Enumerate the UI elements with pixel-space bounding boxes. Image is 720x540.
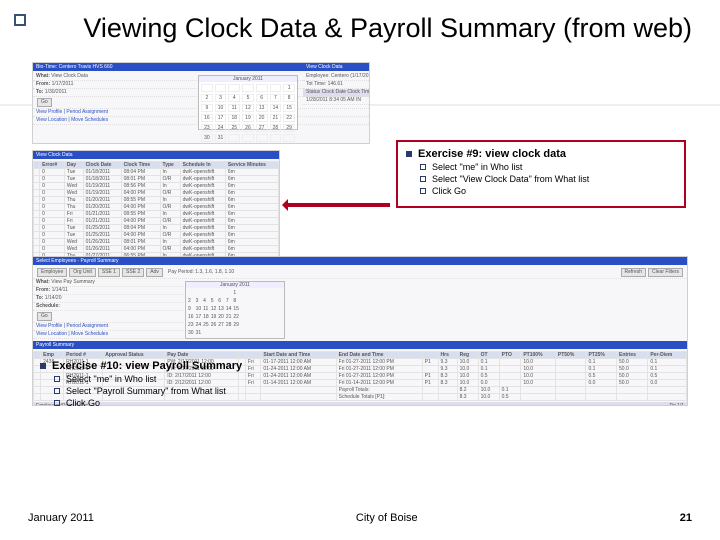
bullet-icon	[406, 151, 412, 157]
slide-footer: January 2011 City of Boise 21	[28, 512, 692, 524]
exercise-step: Select "Payroll Summary" from What list	[66, 386, 226, 396]
sub-bullet-icon	[54, 376, 60, 382]
screenshot-clock-controls: Bio-Time: Centero Travis HVS 660 What: V…	[32, 62, 370, 144]
decorative-square	[14, 14, 26, 26]
sub-bullet-icon	[420, 188, 426, 194]
page-number: 21	[680, 512, 692, 524]
sub-bullet-icon	[420, 164, 426, 170]
sub-bullet-icon	[54, 388, 60, 394]
exercise-step: Select "me" in Who list	[432, 162, 522, 172]
go-button[interactable]: Go	[37, 98, 52, 107]
slide-title: Viewing Clock Data & Payroll Summary (fr…	[28, 12, 692, 44]
sub-bullet-icon	[54, 400, 60, 406]
calendar[interactable]: January 2011 123456789101112131415161718…	[198, 75, 298, 130]
tab[interactable]: Org Unit	[69, 268, 96, 277]
exercise-10-callout: Exercise #10: view Payroll Summary Selec…	[30, 352, 304, 420]
bullet-icon	[40, 363, 46, 369]
exercise-9-title: Exercise #9: view clock data	[418, 148, 566, 160]
callout-arrow	[284, 203, 390, 207]
exercise-step: Select "me" in Who list	[66, 374, 156, 384]
sub-bullet-icon	[420, 176, 426, 182]
footer-date: January 2011	[28, 512, 94, 524]
footer-org: City of Boise	[356, 512, 418, 524]
exercise-step: Click Go	[66, 398, 100, 408]
exercise-9-callout: Exercise #9: view clock data Select "me"…	[396, 140, 686, 208]
exercise-10-title: Exercise #10: view Payroll Summary	[52, 360, 242, 372]
tab[interactable]: SSE 2	[122, 268, 144, 277]
clock-data-table: Error#DayClock DateClock TimeTypeSchedul…	[33, 161, 279, 267]
exercise-step: Click Go	[432, 186, 466, 196]
tab[interactable]: Adv	[146, 268, 163, 277]
tab[interactable]: Employee	[37, 268, 67, 277]
exercise-step: Select "View Clock Data" from What list	[432, 174, 589, 184]
tab[interactable]: SSE 1	[98, 268, 120, 277]
go-button[interactable]: Go	[37, 312, 52, 321]
